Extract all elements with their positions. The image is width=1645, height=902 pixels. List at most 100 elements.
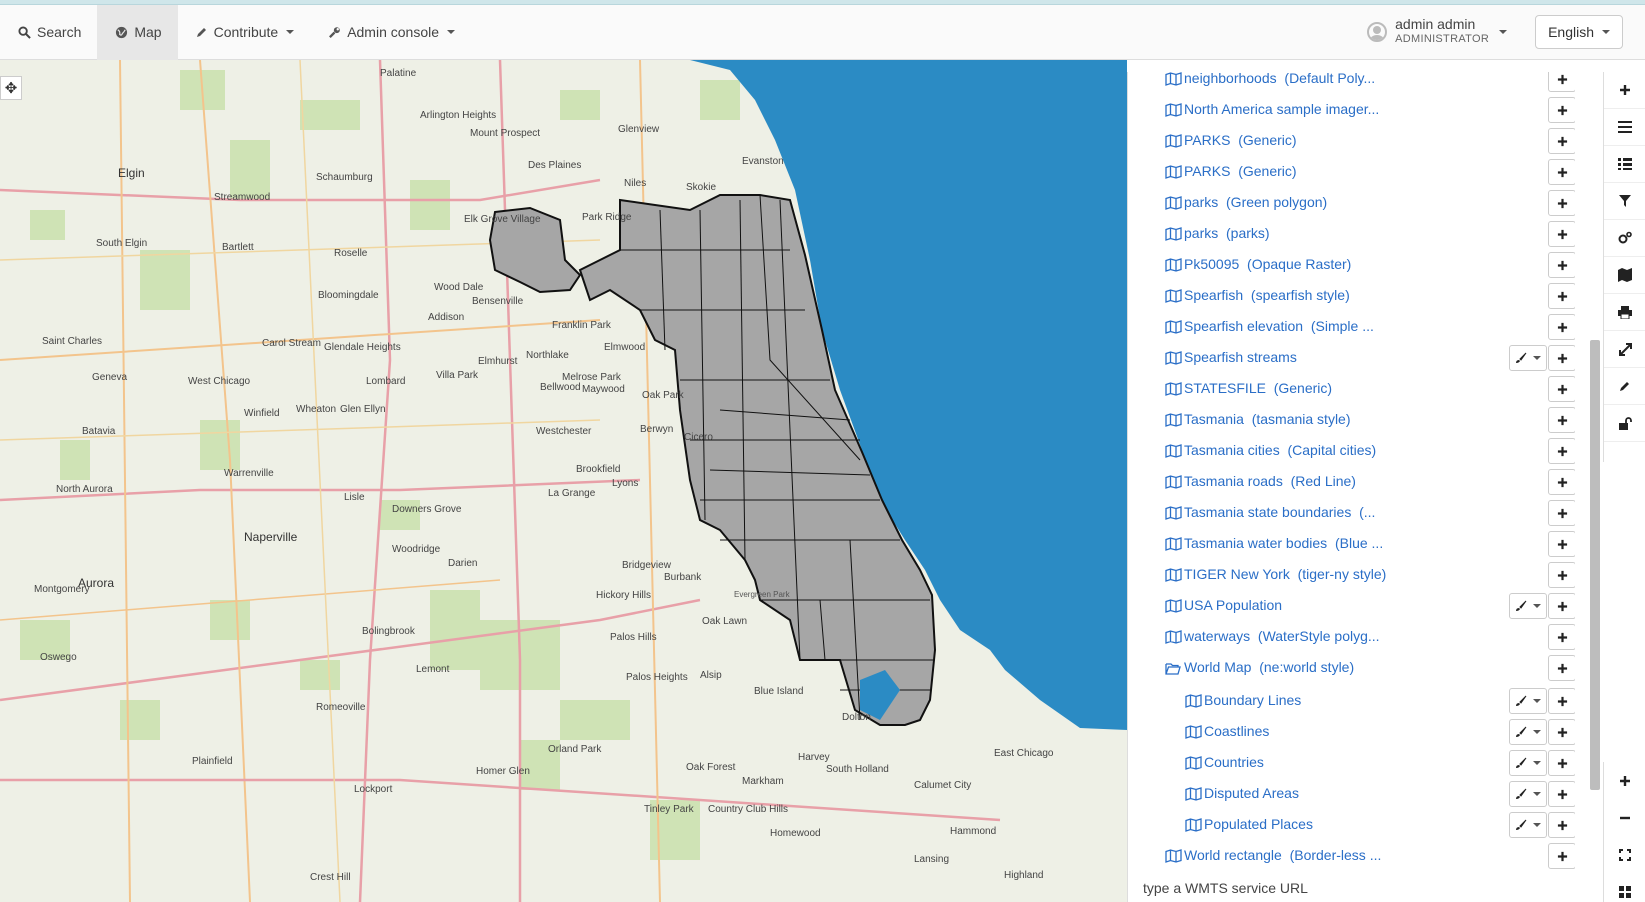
layer-label[interactable]: Countries xyxy=(1204,754,1264,770)
style-select-button[interactable] xyxy=(1509,593,1547,619)
layer-row[interactable]: Countries xyxy=(1128,748,1575,778)
wmts-url-input[interactable]: type a WMTS service URL xyxy=(1143,880,1308,896)
add-layer-to-map-button[interactable] xyxy=(1548,781,1575,807)
add-layer-to-map-button[interactable] xyxy=(1548,843,1575,869)
layer-row[interactable]: Tasmania (tasmania style) xyxy=(1128,405,1575,435)
add-layer-to-map-button[interactable] xyxy=(1548,345,1575,371)
panel-scrollbar[interactable] xyxy=(1590,340,1600,790)
add-layer-to-map-button[interactable] xyxy=(1548,750,1575,776)
layer-row[interactable]: Tasmania water bodies (Blue ... xyxy=(1128,529,1575,559)
layer-row[interactable]: Tasmania roads (Red Line) xyxy=(1128,467,1575,497)
nav-contribute[interactable]: Contribute xyxy=(178,5,311,60)
add-layer-to-map-button[interactable] xyxy=(1548,438,1575,464)
add-layer-to-map-button[interactable] xyxy=(1548,719,1575,745)
nav-admin-console[interactable]: Admin console xyxy=(310,5,471,60)
add-layer-to-map-button[interactable] xyxy=(1548,655,1575,681)
add-layer-to-map-button[interactable] xyxy=(1548,283,1575,309)
layer-label[interactable]: neighborhoods (Default Poly... xyxy=(1184,72,1375,86)
layer-label[interactable]: STATESFILE (Generic) xyxy=(1184,380,1332,396)
add-layer-to-map-button[interactable] xyxy=(1548,252,1575,278)
zoom-in-button[interactable] xyxy=(1604,762,1645,799)
layer-label[interactable]: waterways (WaterStyle polyg... xyxy=(1184,628,1380,644)
layer-row[interactable]: Disputed Areas xyxy=(1128,779,1575,809)
layer-row[interactable]: Populated Places xyxy=(1128,810,1575,840)
legend-button[interactable] xyxy=(1604,109,1645,146)
add-layer-to-map-button[interactable] xyxy=(1548,159,1575,185)
layer-row[interactable]: parks (Green polygon) xyxy=(1128,188,1575,218)
layer-row[interactable]: USA Population xyxy=(1128,591,1575,621)
layer-row[interactable]: TIGER New York (tiger-ny style) xyxy=(1128,560,1575,590)
nav-search[interactable]: Search xyxy=(0,5,97,60)
layer-label[interactable]: Populated Places xyxy=(1204,816,1313,832)
layer-row[interactable]: Tasmania state boundaries (... xyxy=(1128,498,1575,528)
layer-row[interactable]: PARKS (Generic) xyxy=(1128,126,1575,156)
layer-label[interactable]: Coastlines xyxy=(1204,723,1269,739)
add-layer-to-map-button[interactable] xyxy=(1548,314,1575,340)
add-layer-button[interactable] xyxy=(1604,72,1645,109)
add-layer-to-map-button[interactable] xyxy=(1548,593,1575,619)
style-select-button[interactable] xyxy=(1509,812,1547,838)
filter-button[interactable] xyxy=(1604,183,1645,220)
layer-row[interactable]: Spearfish streams xyxy=(1128,343,1575,373)
layer-row[interactable]: parks (parks) xyxy=(1128,219,1575,249)
layer-label[interactable]: PARKS (Generic) xyxy=(1184,163,1297,179)
style-select-button[interactable] xyxy=(1509,719,1547,745)
layer-row[interactable]: Tasmania cities (Capital cities) xyxy=(1128,436,1575,466)
add-layer-to-map-button[interactable] xyxy=(1548,624,1575,650)
layer-row[interactable]: Coastlines xyxy=(1128,717,1575,747)
add-layer-to-map-button[interactable] xyxy=(1548,72,1575,92)
zoom-out-button[interactable] xyxy=(1604,799,1645,836)
zoom-extent-button[interactable] xyxy=(1604,836,1645,873)
layer-row[interactable]: World rectangle (Border-less ... xyxy=(1128,841,1575,871)
layer-label[interactable]: Spearfish (spearfish style) xyxy=(1184,287,1350,303)
layer-label[interactable]: Tasmania cities (Capital cities) xyxy=(1184,442,1376,458)
layer-label[interactable]: parks (Green polygon) xyxy=(1184,194,1327,210)
add-layer-to-map-button[interactable] xyxy=(1548,221,1575,247)
layer-label[interactable]: Tasmania roads (Red Line) xyxy=(1184,473,1356,489)
add-layer-to-map-button[interactable] xyxy=(1548,500,1575,526)
layer-row[interactable]: waterways (WaterStyle polyg... xyxy=(1128,622,1575,652)
layer-row[interactable]: Spearfish elevation (Simple ... xyxy=(1128,312,1575,342)
login-button[interactable] xyxy=(1604,405,1645,442)
layer-label[interactable]: USA Population xyxy=(1184,597,1282,613)
map-view[interactable]: ✥ Palatine Elgin Schaumburg Arlington He… xyxy=(0,60,1127,902)
layer-label[interactable]: Boundary Lines xyxy=(1204,692,1301,708)
add-layer-to-map-button[interactable] xyxy=(1548,469,1575,495)
language-select[interactable]: English xyxy=(1535,15,1623,49)
layer-label[interactable]: Tasmania (tasmania style) xyxy=(1184,411,1351,427)
add-layer-to-map-button[interactable] xyxy=(1548,688,1575,714)
processes-button[interactable] xyxy=(1604,220,1645,257)
layer-label[interactable]: TIGER New York (tiger-ny style) xyxy=(1184,566,1386,582)
layer-label[interactable]: World rectangle (Border-less ... xyxy=(1184,847,1381,863)
background-map-button[interactable] xyxy=(1604,257,1645,294)
user-menu[interactable]: admin admin ADMINISTRATOR xyxy=(1367,17,1535,47)
layer-row[interactable]: PARKS (Generic) xyxy=(1128,157,1575,187)
grid-button[interactable] xyxy=(1604,873,1645,902)
add-layer-to-map-button[interactable] xyxy=(1548,562,1575,588)
layer-row[interactable]: Pk50095 (Opaque Raster) xyxy=(1128,250,1575,280)
add-layer-to-map-button[interactable] xyxy=(1548,190,1575,216)
style-select-button[interactable] xyxy=(1509,750,1547,776)
style-select-button[interactable] xyxy=(1509,781,1547,807)
layer-label[interactable]: PARKS (Generic) xyxy=(1184,132,1297,148)
layer-label[interactable]: World Map (ne:world style) xyxy=(1184,659,1354,675)
layer-label[interactable]: Pk50095 (Opaque Raster) xyxy=(1184,256,1351,272)
layer-label[interactable]: Spearfish elevation (Simple ... xyxy=(1184,318,1374,334)
add-layer-to-map-button[interactable] xyxy=(1548,531,1575,557)
style-select-button[interactable] xyxy=(1509,688,1547,714)
layer-row[interactable]: STATESFILE (Generic) xyxy=(1128,374,1575,404)
layer-label[interactable]: parks (parks) xyxy=(1184,225,1270,241)
measure-button[interactable] xyxy=(1604,331,1645,368)
add-layer-to-map-button[interactable] xyxy=(1548,128,1575,154)
add-layer-to-map-button[interactable] xyxy=(1548,407,1575,433)
layer-row[interactable]: World Map (ne:world style) xyxy=(1128,653,1575,683)
layer-row[interactable]: Boundary Lines xyxy=(1128,686,1575,716)
add-layer-to-map-button[interactable] xyxy=(1548,97,1575,123)
map-canvas[interactable] xyxy=(0,60,1127,902)
layer-label[interactable]: Tasmania state boundaries (... xyxy=(1184,504,1375,520)
add-layer-to-map-button[interactable] xyxy=(1548,376,1575,402)
layer-row[interactable]: neighborhoods (Default Poly... xyxy=(1128,72,1575,94)
layer-label[interactable]: Disputed Areas xyxy=(1204,785,1299,801)
pan-icon[interactable]: ✥ xyxy=(0,76,22,100)
layer-tree-button[interactable] xyxy=(1604,146,1645,183)
